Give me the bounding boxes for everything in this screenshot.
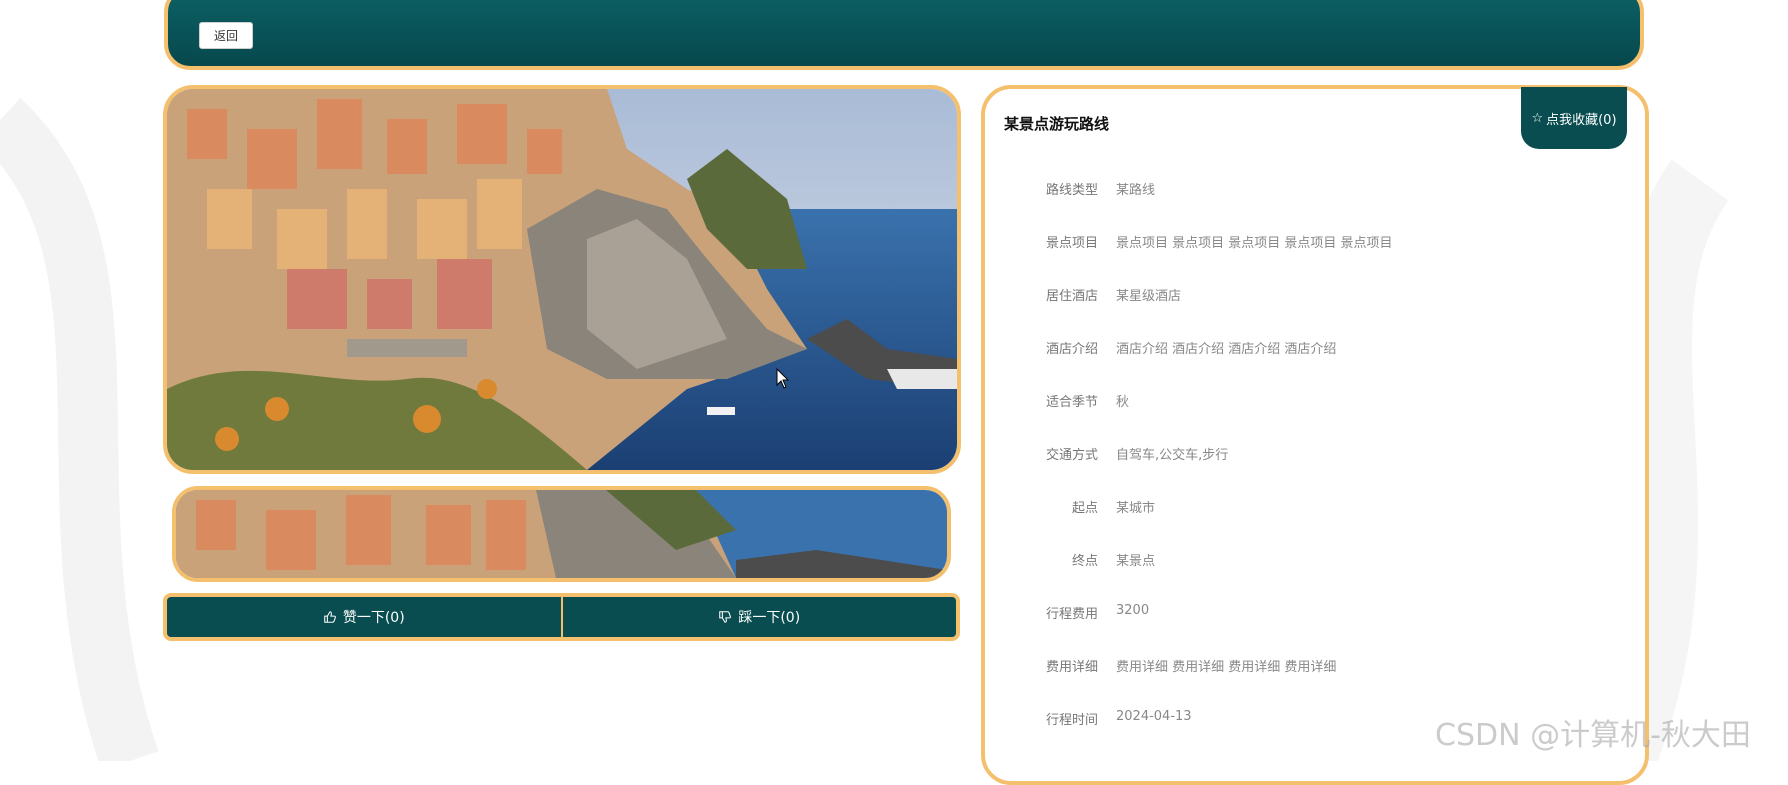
watermark: CSDN @计算机-秋大田 <box>1435 718 1751 753</box>
info-label: 景点项目 <box>1045 236 1098 251</box>
dislike-label: 踩一下(0) <box>738 610 801 626</box>
info-row-hotel-intro: 酒店介绍 酒店介绍 酒店介绍 酒店介绍 酒店介绍 <box>985 332 1645 385</box>
info-row-season: 适合季节 秋 <box>985 385 1645 438</box>
coastal-village-thumbnail <box>176 490 947 578</box>
like-label: 赞一下(0) <box>342 610 405 626</box>
star-icon: ☆ <box>1531 110 1544 126</box>
main-image[interactable] <box>163 85 961 474</box>
info-label: 交通方式 <box>1045 448 1098 463</box>
info-value: 某城市 <box>1116 501 1156 516</box>
info-label: 终点 <box>1071 554 1098 569</box>
info-value: 2024-04-13 <box>1116 709 1192 724</box>
info-row-route-type: 路线类型 某路线 <box>985 173 1645 226</box>
info-value: 某路线 <box>1116 183 1156 198</box>
route-title: 某景点游玩路线 <box>1004 115 1110 133</box>
thumbs-down-icon <box>719 611 732 623</box>
info-value: 某星级酒店 <box>1116 289 1182 304</box>
mouse-cursor-icon <box>776 368 790 389</box>
favorite-label: 点我收藏(0) <box>1546 112 1617 128</box>
info-value: 酒店介绍 酒店介绍 酒店介绍 酒店介绍 <box>1116 342 1337 357</box>
info-label: 行程费用 <box>1045 607 1098 622</box>
info-row-cost: 行程费用 3200 <box>985 597 1645 650</box>
favorite-button[interactable]: ☆ 点我收藏(0) <box>1521 87 1627 149</box>
info-label: 费用详细 <box>1045 660 1098 675</box>
back-button[interactable]: 返回 <box>199 22 253 49</box>
info-value: 自驾车,公交车,步行 <box>1116 448 1229 463</box>
vote-bar: 赞一下(0) 踩一下(0) <box>163 593 960 641</box>
info-value: 景点项目 景点项目 景点项目 景点项目 景点项目 <box>1116 236 1393 251</box>
info-value: 某景点 <box>1116 554 1156 569</box>
info-row-attractions: 景点项目 景点项目 景点项目 景点项目 景点项目 景点项目 <box>985 226 1645 279</box>
thumbnail-image[interactable] <box>172 486 951 582</box>
info-value: 3200 <box>1116 603 1150 618</box>
info-row-hotel: 居住酒店 某星级酒店 <box>985 279 1645 332</box>
like-button[interactable]: 赞一下(0) <box>167 597 561 637</box>
info-row-cost-detail: 费用详细 费用详细 费用详细 费用详细 费用详细 <box>985 650 1645 703</box>
info-value: 费用详细 费用详细 费用详细 费用详细 <box>1116 660 1337 675</box>
info-row-start: 起点 某城市 <box>985 491 1645 544</box>
thumbs-up-icon <box>324 611 336 623</box>
info-label: 居住酒店 <box>1045 289 1098 304</box>
info-label: 路线类型 <box>1045 183 1098 198</box>
route-info-panel: 某景点游玩路线 ☆ 点我收藏(0) 路线类型 某路线 景点项目 景点项目 景点项… <box>981 85 1649 785</box>
coastal-village-photo <box>167 89 957 470</box>
info-label: 起点 <box>1071 501 1098 516</box>
info-label: 酒店介绍 <box>1045 342 1098 357</box>
header-bar: 返回 <box>164 0 1644 70</box>
info-row-transport: 交通方式 自驾车,公交车,步行 <box>985 438 1645 491</box>
info-row-end: 终点 某景点 <box>985 544 1645 597</box>
info-label: 适合季节 <box>1045 395 1098 410</box>
info-list: 路线类型 某路线 景点项目 景点项目 景点项目 景点项目 景点项目 景点项目 居… <box>985 173 1645 756</box>
info-value: 秋 <box>1116 395 1130 410</box>
dislike-button[interactable]: 踩一下(0) <box>562 597 956 637</box>
info-label: 行程时间 <box>1045 713 1098 728</box>
